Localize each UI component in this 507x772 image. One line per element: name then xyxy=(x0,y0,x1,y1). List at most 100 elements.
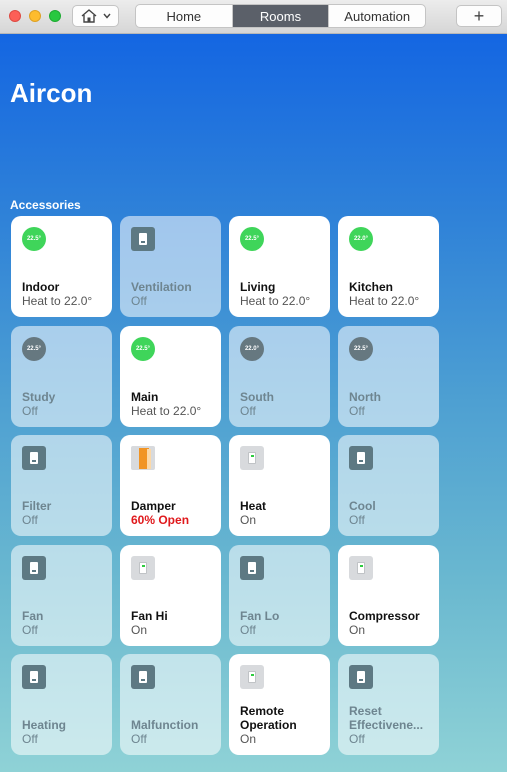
switch-icon xyxy=(131,556,155,580)
accessory-tile[interactable]: Fan Off xyxy=(11,545,112,646)
accessory-name: Compressor xyxy=(349,609,420,623)
accessory-name: North xyxy=(349,390,381,404)
thermostat-reading: 22.5° xyxy=(22,337,46,361)
switch-icon xyxy=(349,556,373,580)
thermostat-icon: 22.5° xyxy=(131,337,155,361)
accessory-tile[interactable]: Remote Operation On xyxy=(229,654,330,755)
accessory-status: Off xyxy=(240,623,256,637)
accessory-tile[interactable]: Ventilation Off xyxy=(120,216,221,317)
thermostat-icon: 22.0° xyxy=(349,227,373,251)
view-tabs: Home Rooms Automation xyxy=(135,4,426,28)
switch-icon xyxy=(22,665,46,689)
accessory-tile[interactable]: Malfunction Off xyxy=(120,654,221,755)
thermostat-reading: 22.5° xyxy=(240,227,264,251)
accessory-tile[interactable]: Filter Off xyxy=(11,435,112,536)
accessory-name: Reset Effectivene... xyxy=(349,704,424,732)
accessory-tile[interactable]: 22.5° Study Off xyxy=(11,326,112,427)
accessory-status: Heat to 22.0° xyxy=(131,404,202,418)
switch-icon xyxy=(240,556,264,580)
thermostat-reading: 22.5° xyxy=(22,227,46,251)
thermostat-reading: 22.5° xyxy=(349,337,373,361)
accessory-tile[interactable]: 22.5° Main Heat to 22.0° xyxy=(120,326,221,427)
accessory-name: Filter xyxy=(22,499,52,513)
accessory-status: Off xyxy=(22,404,38,418)
accessory-status: Off xyxy=(349,513,365,527)
accessory-status: Off xyxy=(131,732,147,746)
maximize-window-button[interactable] xyxy=(49,10,61,22)
thermostat-icon: 22.5° xyxy=(240,227,264,251)
switch-icon xyxy=(131,227,155,251)
accessory-status: On xyxy=(131,623,148,637)
accessory-status: Off xyxy=(349,404,365,418)
accessory-status: Heat to 22.0° xyxy=(240,294,311,308)
accessory-tile[interactable]: 22.0° Kitchen Heat to 22.0° xyxy=(338,216,439,317)
accessory-status: 60% Open xyxy=(131,513,190,527)
tab-rooms[interactable]: Rooms xyxy=(232,5,330,27)
accessories-section-label: Accessories xyxy=(10,198,81,212)
accessory-status: Off xyxy=(131,294,147,308)
accessory-name: Fan Lo xyxy=(240,609,280,623)
room-title: Aircon xyxy=(10,78,93,108)
close-window-button[interactable] xyxy=(9,10,21,22)
thermostat-reading: 22.0° xyxy=(240,337,264,361)
accessory-name: Fan xyxy=(22,609,44,623)
accessory-tile[interactable]: Cool Off xyxy=(338,435,439,536)
accessory-status: Heat to 22.0° xyxy=(349,294,420,308)
accessory-tile[interactable]: Heating Off xyxy=(11,654,112,755)
accessory-status: Off xyxy=(22,732,38,746)
accessory-tile[interactable]: Fan Hi On xyxy=(120,545,221,646)
accessory-tile[interactable]: Reset Effectivene... Off xyxy=(338,654,439,755)
accessory-name: Damper xyxy=(131,499,176,513)
accessory-status: Off xyxy=(349,732,365,746)
accessory-status: On xyxy=(349,623,366,637)
tab-automation[interactable]: Automation xyxy=(329,5,425,27)
switch-icon xyxy=(240,665,264,689)
minimize-window-button[interactable] xyxy=(29,10,41,22)
thermostat-icon: 22.5° xyxy=(22,337,46,361)
accessory-tile[interactable]: Fan Lo Off xyxy=(229,545,330,646)
switch-icon xyxy=(349,665,373,689)
accessory-status: Off xyxy=(22,513,38,527)
accessory-tile[interactable]: Compressor On xyxy=(338,545,439,646)
damper-icon xyxy=(131,446,155,470)
accessory-tile[interactable]: 22.5° North Off xyxy=(338,326,439,427)
room-view: Aircon Accessories 22.5° Indoor Heat to 22… xyxy=(0,34,507,772)
accessory-status: Off xyxy=(240,404,256,418)
accessory-name: Living xyxy=(240,280,276,294)
house-icon xyxy=(81,9,96,23)
accessory-tile[interactable]: 22.0° South Off xyxy=(229,326,330,427)
accessory-name: Study xyxy=(22,390,56,404)
accessory-tile[interactable]: 22.5° Indoor Heat to 22.0° xyxy=(11,216,112,317)
accessory-status: On xyxy=(240,513,257,527)
accessory-name: Malfunction xyxy=(131,718,199,732)
tab-home[interactable]: Home xyxy=(136,5,233,27)
accessory-name: Heat xyxy=(240,499,267,513)
switch-icon xyxy=(131,665,155,689)
accessory-name: Ventilation xyxy=(131,280,192,294)
home-selector-button[interactable] xyxy=(72,5,119,27)
accessory-name: Main xyxy=(131,390,159,404)
thermostat-reading: 22.5° xyxy=(131,337,155,361)
accessory-tile[interactable]: 22.5° Living Heat to 22.0° xyxy=(229,216,330,317)
accessory-status: Off xyxy=(22,623,38,637)
switch-icon xyxy=(22,446,46,470)
switch-icon xyxy=(240,446,264,470)
thermostat-icon: 22.5° xyxy=(349,337,373,361)
switch-icon xyxy=(349,446,373,470)
accessory-name: Remote Operation xyxy=(240,704,297,732)
accessory-tile[interactable]: Heat On xyxy=(229,435,330,536)
accessory-name: Cool xyxy=(349,499,376,513)
switch-icon xyxy=(22,556,46,580)
accessory-name: South xyxy=(240,390,274,404)
accessory-name: Fan Hi xyxy=(131,609,168,623)
window-titlebar: Home Rooms Automation + xyxy=(0,0,507,34)
chevron-down-icon xyxy=(102,13,111,19)
thermostat-reading: 22.0° xyxy=(349,227,373,251)
accessory-tile[interactable]: Damper 60% Open xyxy=(120,435,221,536)
accessory-status: On xyxy=(240,732,257,746)
add-button[interactable]: + xyxy=(456,5,502,27)
thermostat-icon: 22.0° xyxy=(240,337,264,361)
accessory-name: Heating xyxy=(22,718,67,732)
thermostat-icon: 22.5° xyxy=(22,227,46,251)
accessory-status: Heat to 22.0° xyxy=(22,294,93,308)
